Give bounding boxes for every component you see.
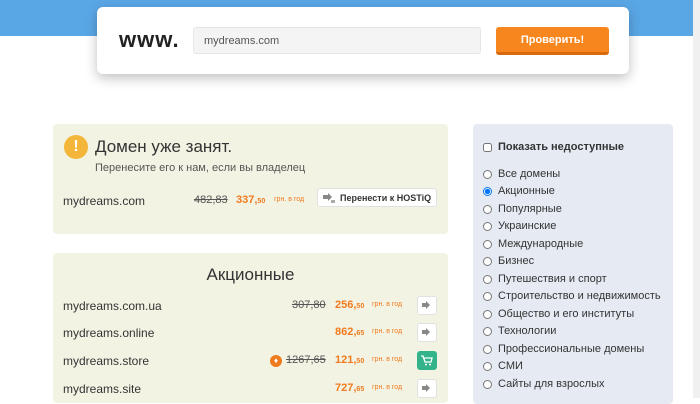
domain-name: mydreams.com.ua — [63, 299, 162, 313]
domain-row: mydreams.online 862,65 грн. в год — [53, 322, 448, 344]
domain-name: mydreams.site — [63, 382, 142, 396]
filter-radio[interactable] — [483, 221, 492, 231]
page-scrollbar[interactable] — [693, 0, 700, 398]
transfer-domain-button[interactable] — [417, 379, 437, 398]
price: 862,65 — [335, 326, 365, 338]
filter-radio[interactable] — [483, 274, 492, 284]
domain-search-card: www. Проверить! — [97, 7, 629, 74]
price: 256,50 — [335, 299, 365, 311]
filter-option[interactable]: Популярные — [483, 203, 562, 215]
domain-row: mydreams.store ♦ 1267,65 121,50 грн. в г… — [53, 350, 448, 372]
filter-radio[interactable] — [483, 344, 492, 354]
taken-title: Домен уже занят. — [95, 137, 233, 156]
filter-radio[interactable] — [483, 379, 492, 389]
domain-name: mydreams.store — [63, 354, 150, 368]
filter-radio[interactable] — [483, 204, 492, 214]
filter-radio[interactable] — [483, 309, 492, 319]
domain-row: mydreams.com.ua 307,80 256,50 грн. в год — [53, 295, 448, 317]
filter-option[interactable]: Строительство и недвижимость — [483, 290, 661, 302]
domain-name: mydreams.com — [63, 194, 146, 208]
old-price: 482,83 — [194, 194, 228, 206]
old-price: 1267,65 — [286, 354, 326, 366]
price-period: грн. в год — [372, 356, 403, 363]
transfer-icon — [422, 328, 430, 336]
price: 121,50 — [335, 354, 365, 366]
transfer-button[interactable]: Перенести к HOSTiQ — [317, 188, 437, 207]
price: 727,65 — [335, 382, 365, 394]
transfer-button-label: Перенести к HOSTiQ — [340, 192, 432, 203]
domain-name: mydreams.online — [63, 326, 155, 340]
filter-option[interactable]: Международные — [483, 238, 583, 250]
domain-search-input[interactable] — [193, 27, 481, 54]
domain-filter-panel: Показать недоступные Все домены Акционны… — [473, 124, 673, 404]
transfer-icon — [323, 192, 335, 203]
domain-taken-panel: ! Домен уже занят. Перенесите его к нам,… — [53, 124, 448, 234]
filter-option[interactable]: Профессиональные домены — [483, 343, 644, 355]
filter-radio[interactable] — [483, 256, 492, 266]
filter-option[interactable]: Общество и его институты — [483, 308, 634, 320]
filter-option[interactable]: Путешествия и спорт — [483, 273, 607, 285]
transfer-domain-button[interactable] — [417, 296, 437, 315]
filter-radio[interactable] — [483, 326, 492, 336]
filter-radio[interactable] — [483, 291, 492, 301]
price-period: грн. в год — [372, 328, 403, 335]
filter-option[interactable]: Все домены — [483, 168, 560, 180]
filter-option[interactable]: Украинские — [483, 220, 556, 232]
hot-fire-icon: ♦ — [270, 355, 282, 367]
promo-title: Акционные — [206, 265, 295, 284]
price-period: грн. в год — [372, 384, 403, 391]
filter-radio[interactable] — [483, 186, 492, 196]
filter-radio[interactable] — [483, 239, 492, 249]
transfer-icon — [422, 384, 430, 392]
filter-option[interactable]: СМИ — [483, 360, 523, 372]
transfer-domain-button[interactable] — [417, 323, 437, 342]
filter-option[interactable]: Сайты для взрослых — [483, 378, 605, 390]
filter-option[interactable]: Технологии — [483, 325, 556, 337]
transfer-icon — [422, 301, 430, 309]
price-period: грн. в год — [274, 196, 305, 203]
price: 337,50 — [236, 194, 266, 206]
filter-radio[interactable] — [483, 361, 492, 371]
www-prefix: www. — [119, 27, 180, 52]
show-unavailable-checkbox[interactable] — [483, 142, 492, 152]
old-price: 307,80 — [292, 299, 326, 311]
filter-option[interactable]: Бизнес — [483, 255, 534, 267]
warning-icon: ! — [64, 135, 88, 159]
show-unavailable-label: Показать недоступные — [498, 141, 625, 153]
promo-panel: Акционные mydreams.com.ua 307,80 256,50 … — [53, 253, 448, 403]
cart-icon — [421, 355, 433, 366]
domain-row: mydreams.site 727,65 грн. в год — [53, 378, 448, 400]
show-unavailable-toggle[interactable]: Показать недоступные — [483, 141, 624, 153]
taken-subtitle: Перенесите его к нам, если вы владелец — [95, 162, 306, 174]
check-button[interactable]: Проверить! — [496, 27, 609, 55]
price-period: грн. в год — [372, 301, 403, 308]
add-to-cart-button[interactable] — [417, 351, 437, 370]
filter-radio[interactable] — [483, 169, 492, 179]
filter-option[interactable]: Акционные — [483, 185, 555, 197]
